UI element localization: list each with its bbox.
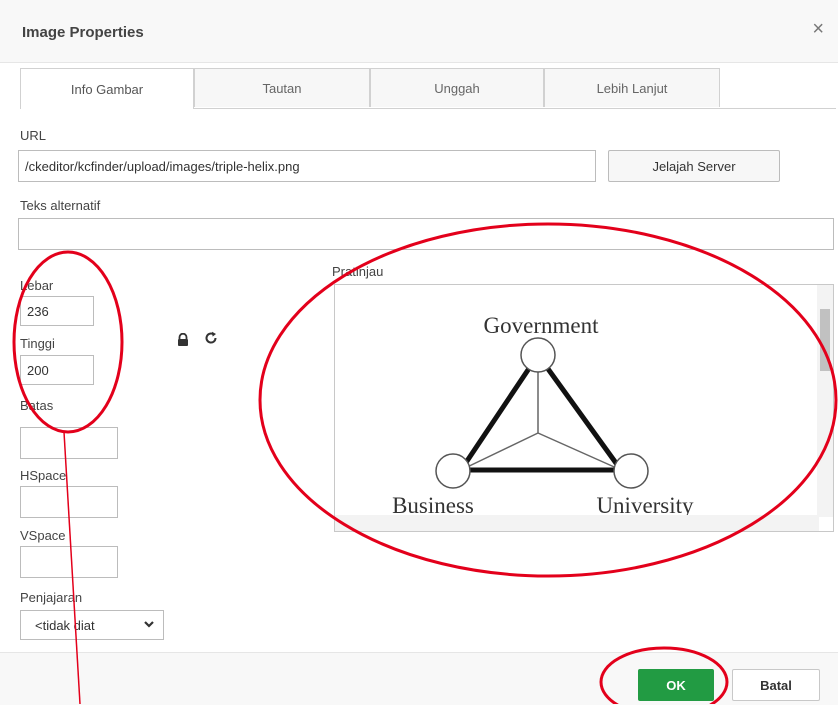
tab-info-gambar[interactable]: Info Gambar xyxy=(20,68,194,109)
preview-pane[interactable]: Government Business University xyxy=(334,284,834,532)
scrollbar-thumb[interactable] xyxy=(820,309,830,371)
hspace-input[interactable] xyxy=(20,486,118,518)
close-icon[interactable]: × xyxy=(812,18,824,41)
label-university: University xyxy=(596,493,694,517)
height-label: Tinggi xyxy=(20,336,55,351)
tab-unggah[interactable]: Unggah xyxy=(370,68,544,107)
label-government: Government xyxy=(484,313,600,338)
chevron-down-icon xyxy=(143,618,155,633)
url-label: URL xyxy=(20,128,47,143)
width-input[interactable] xyxy=(20,296,94,326)
hspace-label: HSpace xyxy=(20,468,67,483)
preview-image: Government Business University xyxy=(392,313,694,517)
alt-text-input[interactable] xyxy=(18,218,834,250)
preview-horizontal-scrollbar[interactable] xyxy=(335,515,819,531)
alignment-selected-value: <tidak diat xyxy=(35,617,95,633)
tab-bar: Info Gambar Tautan Unggah Lebih Lanjut xyxy=(20,68,836,109)
alignment-select[interactable]: <tidak diat xyxy=(20,610,164,640)
cancel-button[interactable]: Batal xyxy=(732,669,820,701)
dialog-title: Image Properties xyxy=(22,24,144,41)
label-business: Business xyxy=(392,493,474,517)
vspace-input[interactable] xyxy=(20,546,118,578)
alt-text-label: Teks alternatif xyxy=(20,198,101,213)
alignment-label: Penjajaran xyxy=(20,590,83,605)
border-label: Batas xyxy=(20,398,54,413)
vspace-label: VSpace xyxy=(20,528,66,543)
url-input[interactable] xyxy=(18,150,596,182)
browse-server-button[interactable]: Jelajah Server xyxy=(608,150,780,182)
lock-icon[interactable] xyxy=(176,332,190,350)
width-label: Lebar xyxy=(20,278,54,293)
height-input[interactable] xyxy=(20,355,94,385)
preview-vertical-scrollbar[interactable] xyxy=(817,285,833,517)
preview-label: Pratinjau xyxy=(332,264,384,279)
border-input[interactable] xyxy=(20,427,118,459)
tab-tautan[interactable]: Tautan xyxy=(194,68,370,107)
reset-size-icon[interactable] xyxy=(204,330,218,350)
ok-button[interactable]: OK xyxy=(638,669,714,701)
tab-lebih-lanjut[interactable]: Lebih Lanjut xyxy=(544,68,720,107)
dialog-titlebar: Image Properties × xyxy=(0,0,838,63)
image-properties-dialog: Image Properties × Info Gambar Tautan Un… xyxy=(0,0,838,705)
